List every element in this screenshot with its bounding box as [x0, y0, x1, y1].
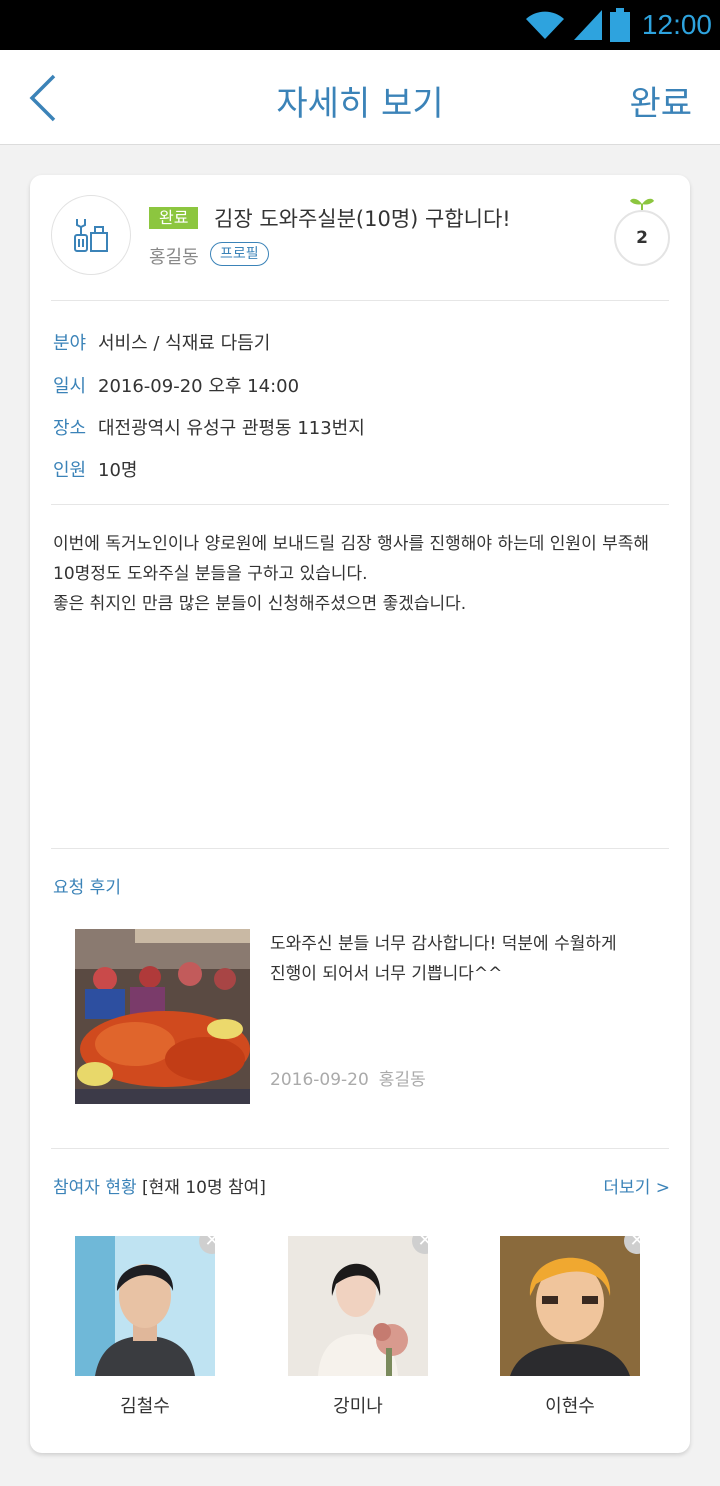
signal-icon: [573, 10, 602, 40]
description-line: 이번에 독거노인이나 양로원에 보내드릴 김장 행사를 진행해야 하는데 인원이…: [53, 534, 650, 554]
description-line: 좋은 취지인 만큼 많은 분들이 신청해주셨으면 좋겠습니다.: [53, 594, 467, 614]
review-date: 2016-09-20: [270, 1070, 369, 1090]
participant-photo: ✕: [288, 1236, 428, 1376]
status-bar: 12:00: [0, 0, 720, 50]
participant-photo: ✕: [75, 1236, 215, 1376]
participants-title: 참여자 현황: [53, 1178, 137, 1198]
wifi-icon: [525, 11, 564, 39]
status-time: 12:00: [641, 9, 712, 40]
description-line: 10명정도 도와주실 분들을 구하고 있습니다.: [53, 564, 368, 584]
participant-photo: ✕: [500, 1236, 640, 1376]
info-label: 분야: [53, 333, 87, 354]
post-description: 이번에 독거노인이나 양로원에 보내드릴 김장 행사를 진행해야 하는데 인원이…: [53, 529, 673, 619]
info-row-location: 장소 대전광역시 유성구 관평동 113번지: [53, 414, 365, 440]
participants-count: [현재 10명 참여]: [142, 1178, 266, 1198]
participant-photo-image: [500, 1236, 640, 1376]
review-photo[interactable]: [75, 929, 250, 1104]
info-label: 일시: [53, 376, 87, 397]
page-title: 자세히 보기: [276, 84, 444, 124]
like-counter[interactable]: 2: [614, 210, 670, 266]
post-detail-card: 완료 김장 도와주실분(10명) 구합니다! 홍길동 프로필 2 분야 서비스 /…: [30, 175, 690, 1453]
kimchi-photo: [75, 929, 250, 1104]
post-title: 김장 도와주실분(10명) 구합니다!: [214, 207, 511, 231]
review-meta: 2016-09-20 홍길동: [270, 1065, 426, 1090]
author-name: 홍길동: [149, 247, 199, 268]
participants-section-title: 참여자 현황 [현재 10명 참여]: [53, 1173, 266, 1198]
participant-name: 김철수: [120, 1396, 170, 1417]
participant-card[interactable]: ✕ 이현수: [500, 1236, 640, 1418]
battery-icon: [609, 8, 630, 42]
review-text-line: 진행이 되어서 너무 기쁩니다^^: [270, 964, 503, 984]
status-badge: 완료: [149, 207, 199, 229]
review-text: 도와주신 분들 너무 감사합니다! 덕분에 수월하게 진행이 되어서 너무 기쁩…: [270, 929, 660, 989]
info-value: 2016-09-20 오후 14:00: [98, 376, 300, 397]
divider: [51, 1148, 669, 1149]
participant-card[interactable]: ✕ 강미나: [288, 1236, 428, 1418]
participant-photo-image: [75, 1236, 215, 1376]
review-author: 홍길동: [378, 1070, 426, 1090]
participant-card[interactable]: ✕ 김철수: [75, 1236, 215, 1418]
info-value: 서비스 / 식재료 다듬기: [98, 333, 271, 354]
participant-name: 이현수: [545, 1396, 595, 1417]
review-section-title: 요청 후기: [53, 878, 121, 898]
profile-button[interactable]: 프로필: [210, 242, 269, 266]
tools-icon: [74, 219, 108, 252]
divider: [51, 848, 669, 849]
info-value: 10명: [98, 460, 138, 481]
divider: [51, 300, 669, 301]
info-row-datetime: 일시 2016-09-20 오후 14:00: [53, 372, 299, 398]
app-header: 자세히 보기 완료: [0, 50, 720, 145]
info-label: 장소: [53, 418, 87, 439]
status-icons: 12:00: [524, 6, 712, 44]
done-button[interactable]: 완료: [629, 76, 692, 125]
info-value: 대전광역시 유성구 관평동 113번지: [98, 418, 365, 439]
participant-photo-image: [288, 1236, 428, 1376]
info-label: 인원: [53, 460, 87, 481]
participant-name: 강미나: [333, 1396, 383, 1417]
more-link[interactable]: 더보기 >: [603, 1173, 670, 1198]
divider: [51, 504, 669, 505]
review-text-line: 도와주신 분들 너무 감사합니다! 덕분에 수월하게: [270, 934, 617, 954]
info-row-field: 분야 서비스 / 식재료 다듬기: [53, 329, 270, 355]
category-avatar: [51, 195, 131, 275]
info-row-headcount: 인원 10명: [53, 456, 137, 482]
